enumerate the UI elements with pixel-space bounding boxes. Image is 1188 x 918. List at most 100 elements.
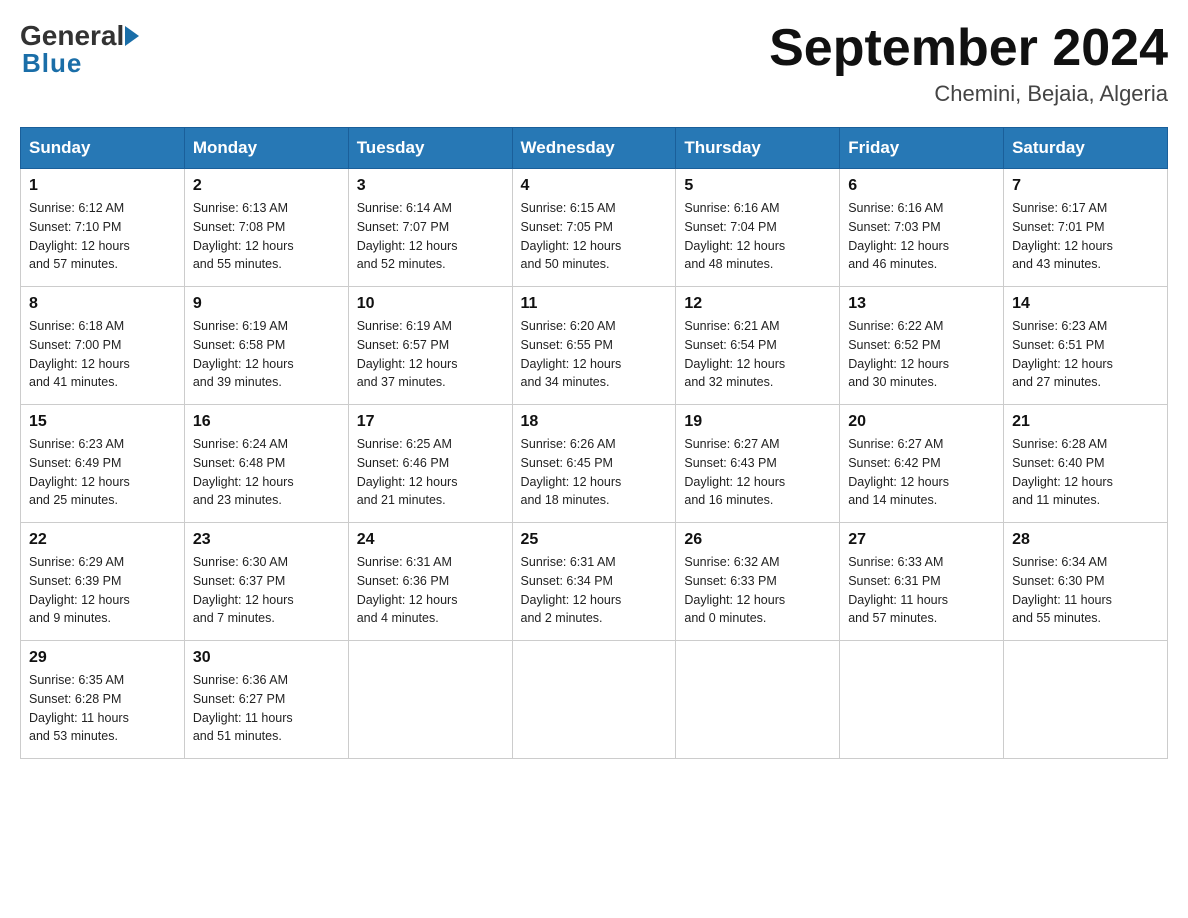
day-info: Sunrise: 6:23 AM Sunset: 6:49 PM Dayligh… <box>29 435 176 510</box>
day-info: Sunrise: 6:34 AM Sunset: 6:30 PM Dayligh… <box>1012 553 1159 628</box>
day-info: Sunrise: 6:16 AM Sunset: 7:03 PM Dayligh… <box>848 199 995 274</box>
day-number: 12 <box>684 295 831 313</box>
day-number: 16 <box>193 413 340 431</box>
calendar-cell: 21Sunrise: 6:28 AM Sunset: 6:40 PM Dayli… <box>1004 405 1168 523</box>
day-info: Sunrise: 6:32 AM Sunset: 6:33 PM Dayligh… <box>684 553 831 628</box>
day-number: 26 <box>684 531 831 549</box>
calendar-cell: 20 Sunrise: 6:27 AM Sunset: 6:42 PM Dayli… <box>840 405 1004 523</box>
calendar-cell: 17 Sunrise: 6:25 AM Sunset: 6:46 PM Dayli… <box>348 405 512 523</box>
calendar-cell <box>512 641 676 759</box>
day-info: Sunrise: 6:30 AM Sunset: 6:37 PM Dayligh… <box>193 553 340 628</box>
day-info: Sunrise: 6:18 AM Sunset: 7:00 PM Dayligh… <box>29 317 176 392</box>
day-number: 25 <box>521 531 668 549</box>
day-number: 4 <box>521 177 668 195</box>
calendar-cell: 12 Sunrise: 6:21 AM Sunset: 6:54 PM Dayli… <box>676 287 840 405</box>
calendar-cell: 19 Sunrise: 6:27 AM Sunset: 6:43 PM Dayli… <box>676 405 840 523</box>
calendar-cell: 3Sunrise: 6:14 AM Sunset: 7:07 PM Daylig… <box>348 169 512 287</box>
calendar-cell: 14 Sunrise: 6:23 AM Sunset: 6:51 PM Dayli… <box>1004 287 1168 405</box>
day-number: 18 <box>521 413 668 431</box>
calendar-cell: 2Sunrise: 6:13 AM Sunset: 7:08 PM Daylig… <box>184 169 348 287</box>
day-number: 19 <box>684 413 831 431</box>
calendar-table: Sunday Monday Tuesday Wednesday Thursday… <box>20 127 1168 759</box>
calendar-cell: 10Sunrise: 6:19 AM Sunset: 6:57 PM Dayli… <box>348 287 512 405</box>
day-info: Sunrise: 6:25 AM Sunset: 6:46 PM Dayligh… <box>357 435 504 510</box>
calendar-cell: 7 Sunrise: 6:17 AM Sunset: 7:01 PM Daylig… <box>1004 169 1168 287</box>
day-info: Sunrise: 6:27 AM Sunset: 6:43 PM Dayligh… <box>684 435 831 510</box>
calendar-week-row: 8 Sunrise: 6:18 AM Sunset: 7:00 PM Daylig… <box>21 287 1168 405</box>
calendar-week-row: 15 Sunrise: 6:23 AM Sunset: 6:49 PM Dayli… <box>21 405 1168 523</box>
day-number: 7 <box>1012 177 1159 195</box>
calendar-cell: 16 Sunrise: 6:24 AM Sunset: 6:48 PM Dayli… <box>184 405 348 523</box>
calendar-cell: 15 Sunrise: 6:23 AM Sunset: 6:49 PM Dayli… <box>21 405 185 523</box>
calendar-cell: 30 Sunrise: 6:36 AM Sunset: 6:27 PM Dayli… <box>184 641 348 759</box>
month-year-title: September 2024 <box>769 20 1168 77</box>
day-info: Sunrise: 6:19 AM Sunset: 6:58 PM Dayligh… <box>193 317 340 392</box>
day-number: 14 <box>1012 295 1159 313</box>
day-info: Sunrise: 6:24 AM Sunset: 6:48 PM Dayligh… <box>193 435 340 510</box>
day-number: 8 <box>29 295 176 313</box>
day-info: Sunrise: 6:27 AM Sunset: 6:42 PM Dayligh… <box>848 435 995 510</box>
day-info: Sunrise: 6:36 AM Sunset: 6:27 PM Dayligh… <box>193 671 340 746</box>
day-info: Sunrise: 6:15 AM Sunset: 7:05 PM Dayligh… <box>521 199 668 274</box>
col-tuesday: Tuesday <box>348 128 512 169</box>
calendar-cell: 23Sunrise: 6:30 AM Sunset: 6:37 PM Dayli… <box>184 523 348 641</box>
day-info: Sunrise: 6:21 AM Sunset: 6:54 PM Dayligh… <box>684 317 831 392</box>
location-subtitle: Chemini, Bejaia, Algeria <box>769 81 1168 107</box>
page-header: General Blue September 2024 Chemini, Bej… <box>20 20 1168 107</box>
day-number: 21 <box>1012 413 1159 431</box>
day-number: 13 <box>848 295 995 313</box>
day-number: 29 <box>29 649 176 667</box>
calendar-week-row: 22Sunrise: 6:29 AM Sunset: 6:39 PM Dayli… <box>21 523 1168 641</box>
col-sunday: Sunday <box>21 128 185 169</box>
calendar-header-row: Sunday Monday Tuesday Wednesday Thursday… <box>21 128 1168 169</box>
day-number: 22 <box>29 531 176 549</box>
day-info: Sunrise: 6:16 AM Sunset: 7:04 PM Dayligh… <box>684 199 831 274</box>
day-number: 2 <box>193 177 340 195</box>
day-number: 3 <box>357 177 504 195</box>
calendar-cell <box>1004 641 1168 759</box>
calendar-cell: 4 Sunrise: 6:15 AM Sunset: 7:05 PM Daylig… <box>512 169 676 287</box>
calendar-cell: 24 Sunrise: 6:31 AM Sunset: 6:36 PM Dayli… <box>348 523 512 641</box>
day-info: Sunrise: 6:31 AM Sunset: 6:36 PM Dayligh… <box>357 553 504 628</box>
calendar-cell <box>676 641 840 759</box>
col-thursday: Thursday <box>676 128 840 169</box>
day-info: Sunrise: 6:20 AM Sunset: 6:55 PM Dayligh… <box>521 317 668 392</box>
day-info: Sunrise: 6:23 AM Sunset: 6:51 PM Dayligh… <box>1012 317 1159 392</box>
day-info: Sunrise: 6:35 AM Sunset: 6:28 PM Dayligh… <box>29 671 176 746</box>
day-info: Sunrise: 6:12 AM Sunset: 7:10 PM Dayligh… <box>29 199 176 274</box>
day-number: 1 <box>29 177 176 195</box>
logo-blue-text: Blue <box>22 48 82 79</box>
col-saturday: Saturday <box>1004 128 1168 169</box>
calendar-cell: 5Sunrise: 6:16 AM Sunset: 7:04 PM Daylig… <box>676 169 840 287</box>
day-info: Sunrise: 6:19 AM Sunset: 6:57 PM Dayligh… <box>357 317 504 392</box>
day-info: Sunrise: 6:17 AM Sunset: 7:01 PM Dayligh… <box>1012 199 1159 274</box>
day-info: Sunrise: 6:33 AM Sunset: 6:31 PM Dayligh… <box>848 553 995 628</box>
calendar-week-row: 1 Sunrise: 6:12 AM Sunset: 7:10 PM Daylig… <box>21 169 1168 287</box>
calendar-cell: 18 Sunrise: 6:26 AM Sunset: 6:45 PM Dayli… <box>512 405 676 523</box>
calendar-cell: 6 Sunrise: 6:16 AM Sunset: 7:03 PM Daylig… <box>840 169 1004 287</box>
calendar-cell <box>348 641 512 759</box>
calendar-cell: 9Sunrise: 6:19 AM Sunset: 6:58 PM Daylig… <box>184 287 348 405</box>
day-number: 11 <box>521 295 668 313</box>
day-number: 6 <box>848 177 995 195</box>
calendar-cell: 27Sunrise: 6:33 AM Sunset: 6:31 PM Dayli… <box>840 523 1004 641</box>
logo: General Blue <box>20 20 139 79</box>
day-number: 15 <box>29 413 176 431</box>
calendar-cell: 11 Sunrise: 6:20 AM Sunset: 6:55 PM Dayli… <box>512 287 676 405</box>
col-wednesday: Wednesday <box>512 128 676 169</box>
day-number: 30 <box>193 649 340 667</box>
day-number: 20 <box>848 413 995 431</box>
title-block: September 2024 Chemini, Bejaia, Algeria <box>769 20 1168 107</box>
logo-triangle-icon <box>125 26 139 46</box>
day-info: Sunrise: 6:31 AM Sunset: 6:34 PM Dayligh… <box>521 553 668 628</box>
calendar-cell <box>840 641 1004 759</box>
calendar-cell: 13 Sunrise: 6:22 AM Sunset: 6:52 PM Dayli… <box>840 287 1004 405</box>
day-info: Sunrise: 6:26 AM Sunset: 6:45 PM Dayligh… <box>521 435 668 510</box>
col-friday: Friday <box>840 128 1004 169</box>
calendar-week-row: 29 Sunrise: 6:35 AM Sunset: 6:28 PM Dayli… <box>21 641 1168 759</box>
calendar-cell: 28Sunrise: 6:34 AM Sunset: 6:30 PM Dayli… <box>1004 523 1168 641</box>
calendar-cell: 8 Sunrise: 6:18 AM Sunset: 7:00 PM Daylig… <box>21 287 185 405</box>
day-number: 17 <box>357 413 504 431</box>
day-number: 24 <box>357 531 504 549</box>
day-info: Sunrise: 6:22 AM Sunset: 6:52 PM Dayligh… <box>848 317 995 392</box>
